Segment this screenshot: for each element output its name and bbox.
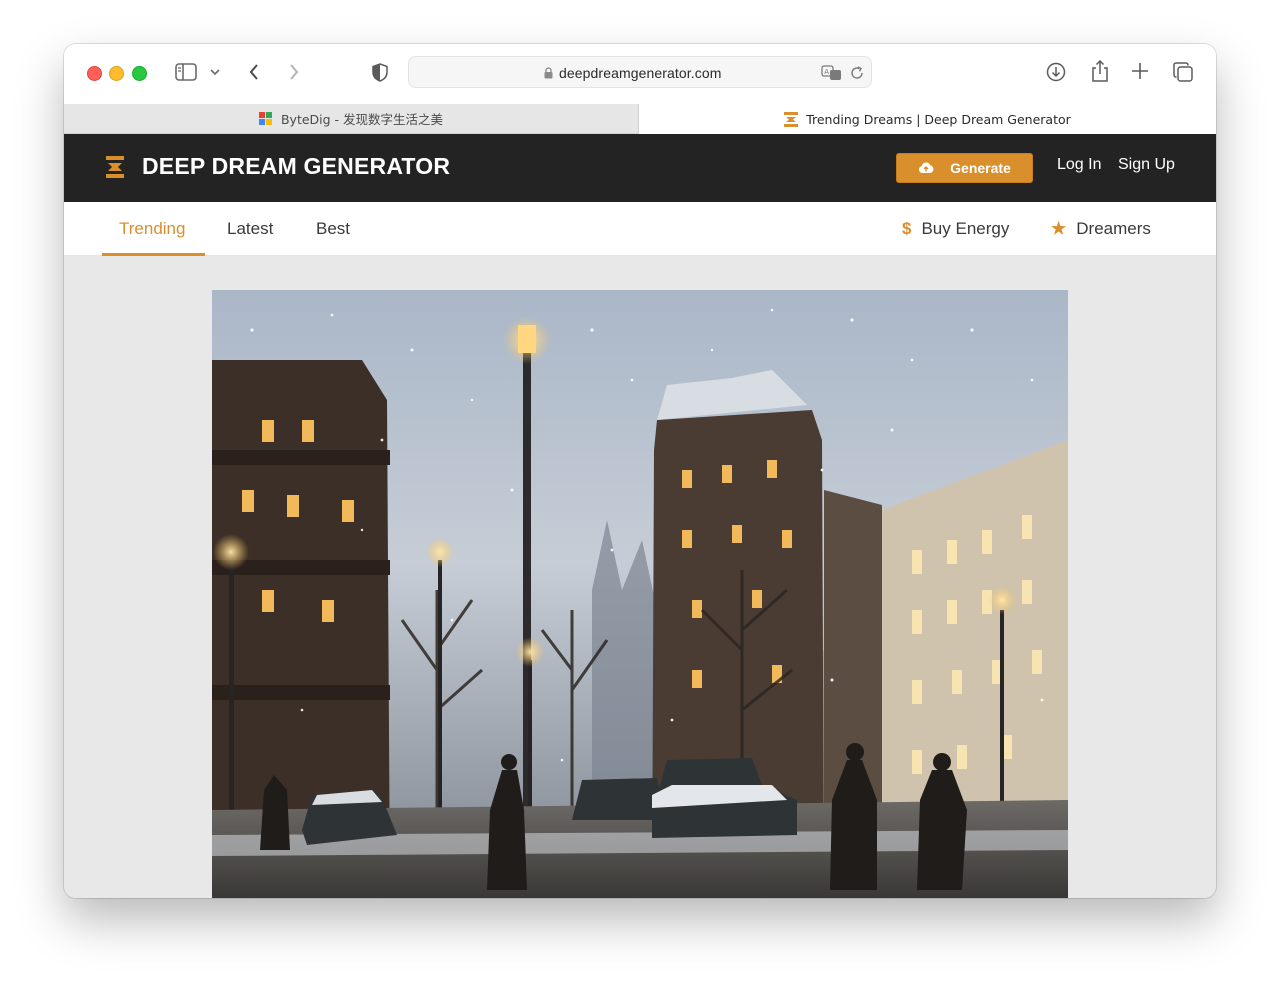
chevron-down-icon[interactable] (209, 66, 221, 78)
buy-energy-label: Buy Energy (921, 219, 1010, 238)
browser-toolbar: deepdreamgenerator.com A (64, 44, 1216, 104)
address-bar[interactable]: deepdreamgenerator.com A (408, 56, 872, 88)
star-icon: ★ (1051, 219, 1067, 238)
tab-title: ByteDig - 发现数字生活之美 (280, 112, 444, 127)
dollar-icon: $ (902, 219, 912, 238)
address-url: deepdreamgenerator.com (559, 65, 722, 81)
generate-label: Generate (950, 160, 1011, 176)
dreamers-link[interactable]: ★ Dreamers (1051, 219, 1151, 239)
new-tab-icon[interactable] (1130, 61, 1150, 81)
feed-content (64, 256, 1216, 898)
dreamers-label: Dreamers (1076, 219, 1151, 238)
back-icon[interactable] (246, 62, 262, 82)
downloads-icon[interactable] (1045, 61, 1067, 83)
site-header: DEEP DREAM GENERATOR Generate Log In Sig… (64, 134, 1216, 202)
bytedig-favicon-icon (258, 111, 273, 126)
tab-trending[interactable]: Trending (119, 219, 185, 239)
cloud-upload-icon (918, 162, 934, 174)
generate-button[interactable]: Generate (896, 153, 1033, 183)
lock-icon (543, 66, 553, 79)
zoom-window-button[interactable] (132, 66, 147, 81)
privacy-shield-icon[interactable] (370, 61, 390, 83)
artwork-image[interactable] (212, 290, 1068, 898)
minimize-window-button[interactable] (109, 66, 124, 81)
svg-text:A: A (824, 68, 829, 76)
reload-icon[interactable] (849, 65, 865, 81)
browser-window: deepdreamgenerator.com A ByteDig - 发现数字生… (64, 44, 1216, 898)
tab-latest[interactable]: Latest (227, 219, 273, 239)
tab-strip: ByteDig - 发现数字生活之美 Trending Dreams | Dee… (64, 104, 1216, 134)
sidebar-toggle-icon[interactable] (174, 62, 198, 82)
close-window-button[interactable] (87, 66, 102, 81)
tab-title: Trending Dreams | Deep Dream Generator (806, 111, 1071, 127)
tab-best[interactable]: Best (316, 219, 350, 239)
translate-icon[interactable]: A (821, 64, 843, 82)
tab-bytedig[interactable]: ByteDig - 发现数字生活之美 (64, 104, 639, 134)
brand-title: DEEP DREAM GENERATOR (142, 153, 451, 179)
brand-link[interactable]: DEEP DREAM GENERATOR (106, 153, 450, 180)
buy-energy-link[interactable]: $ Buy Energy (902, 219, 1009, 239)
signup-link[interactable]: Sign Up (1118, 156, 1175, 174)
forward-icon[interactable] (286, 62, 302, 82)
share-icon[interactable] (1089, 59, 1111, 83)
tab-overview-icon[interactable] (1172, 61, 1194, 83)
login-link[interactable]: Log In (1057, 156, 1101, 174)
ddg-logo-icon (106, 155, 124, 178)
ddg-favicon-icon (784, 111, 799, 127)
tab-trending-dreams[interactable]: Trending Dreams | Deep Dream Generator (639, 104, 1216, 134)
feed-nav: Trending Latest Best $ Buy Energy ★ Drea… (64, 202, 1216, 256)
